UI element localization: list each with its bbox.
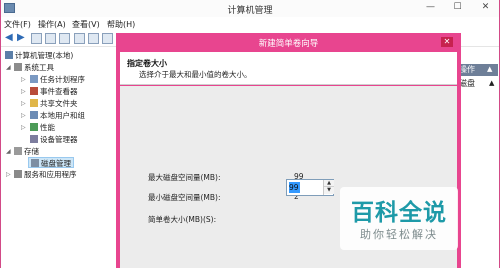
event-viewer-icon: [30, 87, 38, 95]
tree-label-local-users: 本地用户和组: [40, 111, 85, 120]
spinner-down-icon[interactable]: ▼: [324, 187, 334, 194]
disk-icon: [31, 159, 39, 167]
back-arrow-icon[interactable]: ◀: [5, 32, 13, 44]
services-icon: [14, 170, 22, 178]
tree-item-storage[interactable]: 存储: [14, 146, 39, 157]
submenu-arrow-icon[interactable]: ▲: [489, 79, 494, 87]
wizard-heading: 指定卷大小: [127, 59, 167, 68]
wizard-header: 指定卷大小 选择介于最大和最小值的卷大小。: [120, 52, 457, 85]
tree-item-shared-folders[interactable]: 共享文件夹: [30, 98, 78, 109]
wizard-subheading: 选择介于最大和最小值的卷大小。: [139, 70, 252, 79]
tree-item-system-tools[interactable]: 系统工具: [14, 62, 54, 73]
menu-view[interactable]: 查看(V): [72, 19, 100, 30]
computer-icon: [5, 51, 13, 59]
close-icon[interactable]: ✕: [441, 37, 453, 47]
tree-item-performance[interactable]: 性能: [30, 122, 55, 133]
document-icon[interactable]: [102, 33, 113, 44]
menu-action[interactable]: 操作(A): [38, 19, 66, 30]
folder-icon: [30, 99, 38, 107]
tree-label-storage: 存储: [24, 147, 39, 156]
volume-size-label: 简单卷大小(MB)(S):: [148, 215, 217, 224]
watermark-logo: 百科全说 助你轻松解决: [340, 187, 458, 250]
users-icon: [30, 111, 38, 119]
volume-size-spinner: ▲ ▼: [286, 179, 334, 196]
clock-icon: [30, 75, 38, 83]
max-size-label: 最大磁盘空间量(MB):: [148, 173, 221, 182]
spinner-buttons: ▲ ▼: [323, 180, 334, 195]
collapse-up-icon[interactable]: ▲: [487, 65, 492, 73]
tree-label-root: 计算机管理(本地): [15, 51, 74, 60]
tree-label-services: 服务和应用程序: [24, 170, 77, 179]
properties-icon[interactable]: [59, 33, 70, 44]
wizard-title: 新建简单卷向导: [258, 39, 319, 49]
collapse-arrow-icon[interactable]: ▷: [21, 88, 26, 95]
minimize-icon[interactable]: —: [424, 2, 437, 13]
forward-arrow-icon[interactable]: ▶: [17, 32, 25, 44]
tree-item-device-manager[interactable]: 设备管理器: [30, 134, 78, 145]
menu-file[interactable]: 文件(F): [4, 19, 31, 30]
collapse-arrow-icon[interactable]: ▷: [6, 171, 11, 178]
tree-item-root[interactable]: 计算机管理(本地): [5, 50, 73, 61]
volume-size-input[interactable]: [289, 182, 321, 193]
tree-label-performance: 性能: [40, 123, 55, 132]
collapse-arrow-icon[interactable]: ▷: [21, 76, 26, 83]
tools-icon: [14, 63, 22, 71]
maximize-icon[interactable]: ☐: [451, 2, 464, 13]
tree-label-device-manager: 设备管理器: [40, 135, 78, 144]
tree-item-disk-management[interactable]: 磁盘管理: [28, 157, 74, 168]
device-manager-icon: [30, 135, 38, 143]
show-tree-icon[interactable]: [45, 33, 56, 44]
tree-item-services[interactable]: 服务和应用程序: [14, 169, 77, 180]
export-list-icon[interactable]: [88, 33, 99, 44]
spinner-up-icon[interactable]: ▲: [324, 180, 334, 187]
up-folder-icon[interactable]: [31, 33, 42, 44]
watermark-main-text: 百科全说: [351, 200, 447, 226]
menu-help[interactable]: 帮助(H): [107, 19, 135, 30]
tree-label-task-scheduler: 任务计划程序: [40, 75, 85, 84]
expand-arrow-icon[interactable]: ◢: [6, 64, 11, 71]
performance-icon: [30, 123, 38, 131]
collapse-arrow-icon[interactable]: ▷: [21, 112, 26, 119]
console-tree: 计算机管理(本地) ◢ 系统工具 ▷ 任务计划程序 ▷ 事件查看器 ▷ 共享文件…: [1, 47, 119, 268]
tree-label-system-tools: 系统工具: [24, 63, 54, 72]
tree-label-disk-management: 磁盘管理: [41, 159, 71, 168]
expand-arrow-icon[interactable]: ◢: [6, 148, 11, 155]
tree-item-task-scheduler[interactable]: 任务计划程序: [30, 74, 85, 85]
tree-label-shared-folders: 共享文件夹: [40, 99, 78, 108]
collapse-arrow-icon[interactable]: ▷: [21, 124, 26, 131]
window-close-icon[interactable]: ✕: [479, 2, 492, 13]
watermark-sub-text: 助你轻松解决: [360, 228, 438, 241]
help-icon[interactable]: [74, 33, 85, 44]
tree-item-local-users[interactable]: 本地用户和组: [30, 110, 85, 121]
storage-icon: [14, 147, 22, 155]
menu-bar: 文件(F) 操作(A) 查看(V) 帮助(H): [1, 17, 499, 30]
collapse-arrow-icon[interactable]: ▷: [21, 100, 26, 107]
min-size-label: 最小磁盘空间量(MB):: [148, 193, 221, 202]
tree-item-event-viewer[interactable]: 事件查看器: [30, 86, 78, 97]
tree-label-event-viewer: 事件查看器: [40, 87, 78, 96]
